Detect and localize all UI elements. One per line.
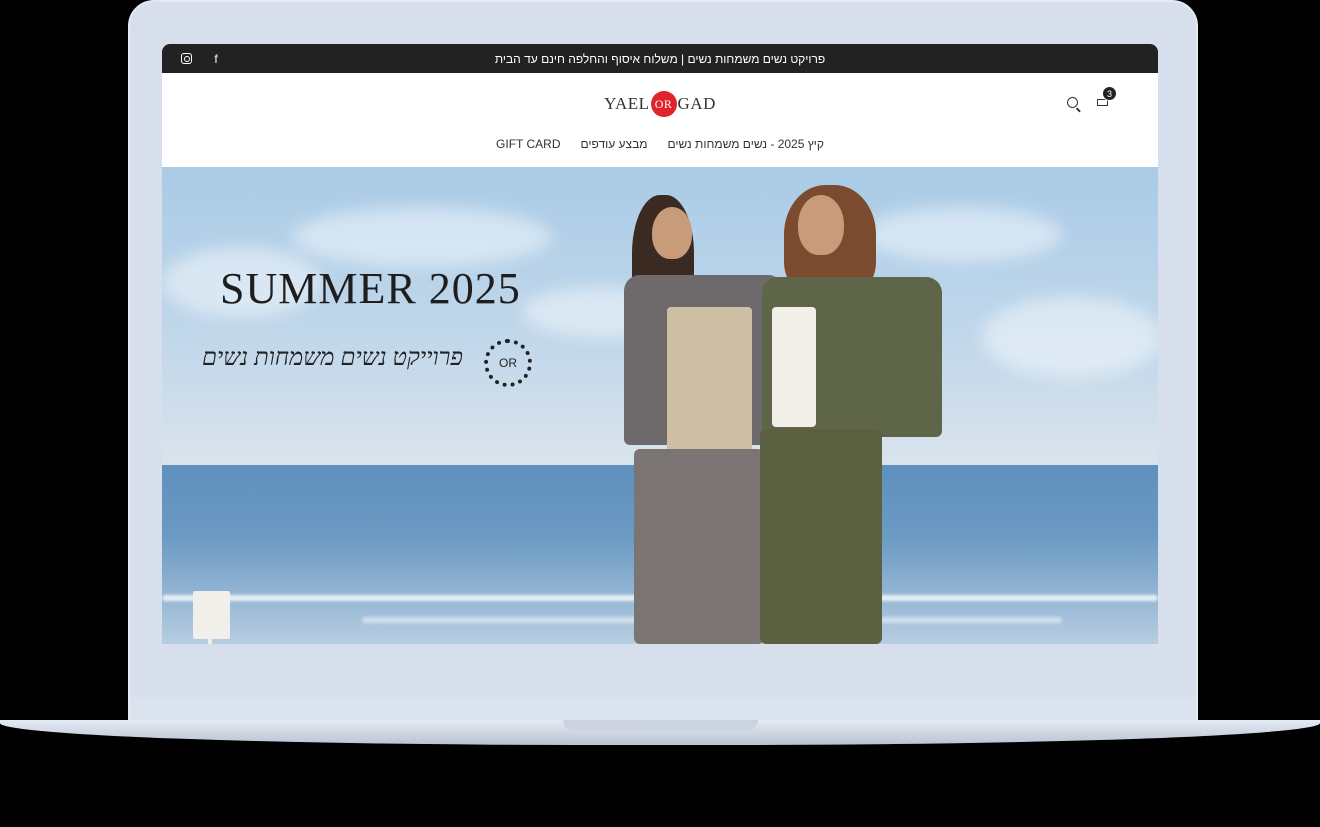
- beach-sign: [193, 591, 230, 639]
- or-sun-logo-icon: OR: [484, 339, 532, 387]
- laptop-notch: [563, 720, 758, 730]
- nav-item-gift-card[interactable]: GIFT CARD: [496, 137, 560, 151]
- logo-or-badge: OR: [650, 91, 677, 117]
- social-links: f: [180, 44, 222, 73]
- logo-text-left: YAEL: [604, 94, 650, 113]
- site-header: YAEL OR GAD 3 קיץ 2025 - נשים משמחות נשי…: [162, 73, 1158, 167]
- nav-item-clearance-sale[interactable]: מבצע עודפים: [580, 137, 647, 151]
- facebook-icon[interactable]: f: [210, 52, 222, 66]
- announcement-bar: פרויקט נשים משמחות נשים | משלוח איסוף וה…: [162, 44, 1158, 73]
- announcement-text: פרויקט נשים משמחות נשים | משלוח איסוף וה…: [494, 51, 826, 66]
- cart-count-badge: 3: [1102, 86, 1117, 101]
- site-logo[interactable]: YAEL OR GAD: [162, 91, 1158, 117]
- header-icons: 3: [1067, 86, 1117, 109]
- nav-item-summer-2025[interactable]: קיץ 2025 - נשים משמחות נשים: [668, 137, 824, 151]
- hero-subtitle: פרוייקט נשים משמחות נשים: [202, 345, 463, 371]
- website-screen: פרויקט נשים משמחות נשים | משלוח איסוף וה…: [162, 44, 1158, 644]
- main-nav: קיץ 2025 - נשים משמחות נשים מבצע עודפים …: [162, 137, 1158, 151]
- cart-button[interactable]: 3: [1096, 86, 1117, 109]
- hero-title: SUMMER 2025: [220, 264, 521, 313]
- hero-banner[interactable]: SUMMER 2025 OR פרוייקט נשים משמחות נשים: [162, 167, 1158, 644]
- logo-text-right: GAD: [677, 94, 716, 113]
- search-icon[interactable]: [1067, 96, 1078, 108]
- instagram-icon[interactable]: [180, 53, 192, 65]
